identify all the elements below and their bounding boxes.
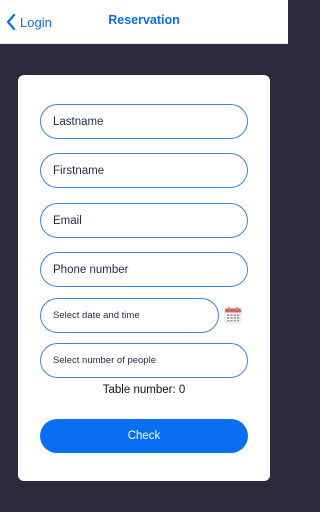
- lastname-placeholder: Lastname: [53, 115, 104, 128]
- check-button[interactable]: Check: [40, 419, 248, 453]
- firstname-field[interactable]: Firstname: [40, 153, 248, 188]
- check-button-label: Check: [127, 430, 161, 442]
- email-placeholder: Email: [53, 214, 82, 227]
- datetime-field[interactable]: Select date and time: [40, 298, 219, 333]
- phone-placeholder: Phone number: [53, 263, 129, 276]
- navigation-bar: Login Reservation: [0, 0, 288, 44]
- firstname-placeholder: Firstname: [53, 164, 105, 177]
- page-title: Reservation: [108, 13, 180, 27]
- calendar-icon[interactable]: [224, 306, 242, 324]
- people-count-field[interactable]: Select number of people: [40, 343, 248, 378]
- reservation-form-card: Lastname Firstname Email Phone number Se…: [18, 75, 270, 481]
- phone-field[interactable]: Phone number: [40, 252, 248, 287]
- table-number-text: Table number: 0: [102, 384, 186, 396]
- email-field[interactable]: Email: [40, 203, 248, 238]
- datetime-placeholder: Select date and time: [53, 310, 140, 321]
- lastname-field[interactable]: Lastname: [40, 104, 248, 139]
- people-count-placeholder: Select number of people: [53, 355, 156, 366]
